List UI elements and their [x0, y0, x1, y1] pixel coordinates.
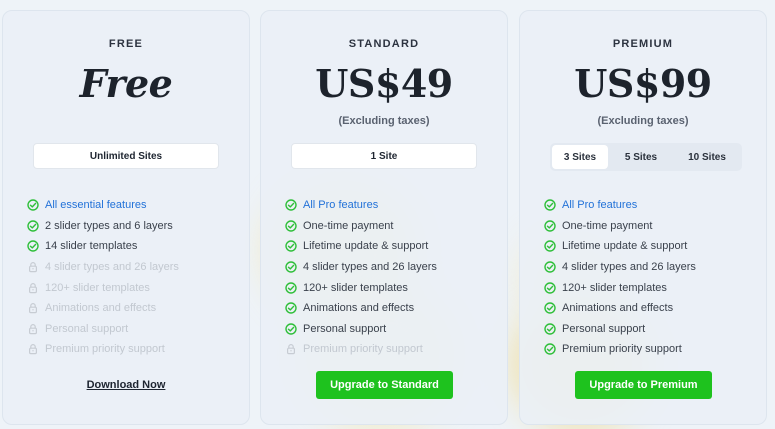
feature-item: 2 slider types and 6 layers — [27, 216, 179, 237]
feature-list: All Pro features One-time payment Lifetime… — [285, 195, 437, 360]
check-circle-icon — [285, 261, 297, 273]
feature-item: 120+ slider templates — [27, 277, 179, 298]
feature-item: One-time payment — [285, 216, 437, 237]
check-circle-icon — [27, 240, 39, 253]
check-circle-icon — [544, 199, 556, 211]
feature-label: 4 slider types and 26 layers — [562, 261, 696, 274]
feature-label: 120+ slider templates — [303, 281, 408, 294]
tax-note: (Excluding taxes) — [597, 115, 689, 127]
feature-item[interactable]: All Pro features — [544, 195, 696, 216]
feature-label: Personal support — [562, 322, 646, 335]
check-circle-icon — [544, 302, 556, 314]
pricing-table: FREE Free Unlimited Sites All essential … — [0, 0, 775, 429]
feature-item: Animations and effects — [27, 298, 179, 319]
feature-label: Premium priority support — [562, 343, 682, 356]
plan-price: US$49 — [315, 61, 453, 106]
feature-item: One-time payment — [544, 216, 696, 237]
check-circle-icon — [285, 240, 297, 253]
feature-item: 4 slider types and 26 layers — [544, 257, 696, 278]
sites-option: 1 Site — [291, 143, 477, 169]
feature-label: One-time payment — [303, 219, 394, 232]
feature-label: Personal support — [303, 322, 387, 335]
feature-label: 4 slider types and 26 layers — [45, 261, 179, 274]
feature-label: Animations and effects — [45, 302, 157, 315]
feature-label: 120+ slider templates — [562, 281, 667, 294]
check-circle-icon — [544, 240, 556, 253]
feature-item: Animations and effects — [285, 298, 437, 319]
feature-item: Lifetime update & support — [285, 236, 437, 257]
feature-label: Animations and effects — [562, 302, 674, 315]
site-option-5[interactable]: 5 Sites — [608, 145, 674, 169]
check-circle-icon — [27, 199, 39, 211]
check-circle-icon — [285, 199, 297, 211]
feature-item: 120+ slider templates — [285, 277, 437, 298]
feature-item[interactable]: All essential features — [27, 195, 179, 216]
feature-label: All Pro features — [303, 199, 379, 212]
plan-card-premium: PREMIUM US$99 (Excluding taxes) 3 Sites … — [519, 10, 767, 425]
feature-list: All essential features 2 slider types and… — [27, 195, 179, 360]
plan-card-free: FREE Free Unlimited Sites All essential … — [2, 10, 250, 425]
sites-option: Unlimited Sites — [33, 143, 219, 169]
check-circle-icon — [285, 302, 297, 314]
feature-item: 14 slider templates — [27, 236, 179, 257]
upgrade-to-premium-button[interactable]: Upgrade to Premium — [575, 371, 712, 399]
lock-icon — [285, 343, 297, 355]
feature-item: Premium priority support — [285, 339, 437, 360]
site-option-3[interactable]: 3 Sites — [552, 145, 608, 169]
feature-item: Personal support — [285, 319, 437, 340]
feature-label: Lifetime update & support — [562, 240, 688, 253]
tax-note: (Excluding taxes) — [338, 115, 430, 127]
feature-item: Personal support — [544, 319, 696, 340]
feature-item: Animations and effects — [544, 298, 696, 319]
check-circle-icon — [544, 323, 556, 335]
lock-icon — [27, 343, 39, 355]
check-circle-icon — [544, 261, 556, 273]
check-circle-icon — [285, 281, 297, 294]
lock-icon — [27, 323, 39, 335]
feature-label: Premium priority support — [303, 343, 423, 356]
plan-tier-label: STANDARD — [348, 38, 420, 50]
feature-label: Animations and effects — [303, 302, 415, 315]
download-now-link[interactable]: Download Now — [3, 379, 249, 391]
check-circle-icon — [27, 220, 39, 232]
plan-tier-label: FREE — [108, 38, 144, 50]
feature-item: Premium priority support — [544, 339, 696, 360]
feature-item: 120+ slider templates — [544, 277, 696, 298]
feature-label: Lifetime update & support — [303, 240, 429, 253]
lock-icon — [27, 302, 39, 314]
upgrade-to-standard-button[interactable]: Upgrade to Standard — [316, 371, 453, 399]
feature-label: 120+ slider templates — [45, 281, 150, 294]
lock-icon — [27, 282, 39, 294]
feature-label: All essential features — [45, 199, 147, 212]
check-circle-icon — [285, 323, 297, 335]
feature-item[interactable]: All Pro features — [285, 195, 437, 216]
check-circle-icon — [544, 220, 556, 232]
feature-item: 4 slider types and 26 layers — [285, 257, 437, 278]
plan-price: Free — [79, 61, 173, 106]
feature-item: Lifetime update & support — [544, 236, 696, 257]
feature-item: Personal support — [27, 319, 179, 340]
plan-card-standard: STANDARD US$49 (Excluding taxes) 1 Site … — [260, 10, 508, 425]
plan-price: US$99 — [574, 61, 712, 106]
plan-tier-label: PREMIUM — [612, 38, 674, 50]
feature-item: 4 slider types and 26 layers — [27, 257, 179, 278]
feature-label: 2 slider types and 6 layers — [45, 219, 173, 232]
feature-list: All Pro features One-time payment Lifetime… — [544, 195, 696, 360]
feature-label: Premium priority support — [45, 343, 165, 356]
check-circle-icon — [544, 343, 556, 356]
feature-label: 14 slider templates — [45, 240, 138, 253]
check-circle-icon — [544, 281, 556, 294]
feature-label: 4 slider types and 26 layers — [303, 261, 437, 274]
feature-label: All Pro features — [562, 199, 638, 212]
site-option-10[interactable]: 10 Sites — [674, 145, 740, 169]
feature-label: One-time payment — [562, 219, 653, 232]
feature-label: Personal support — [45, 322, 129, 335]
site-count-selector: 3 Sites 5 Sites 10 Sites — [550, 143, 742, 171]
lock-icon — [27, 261, 39, 273]
check-circle-icon — [285, 220, 297, 232]
feature-item: Premium priority support — [27, 339, 179, 360]
